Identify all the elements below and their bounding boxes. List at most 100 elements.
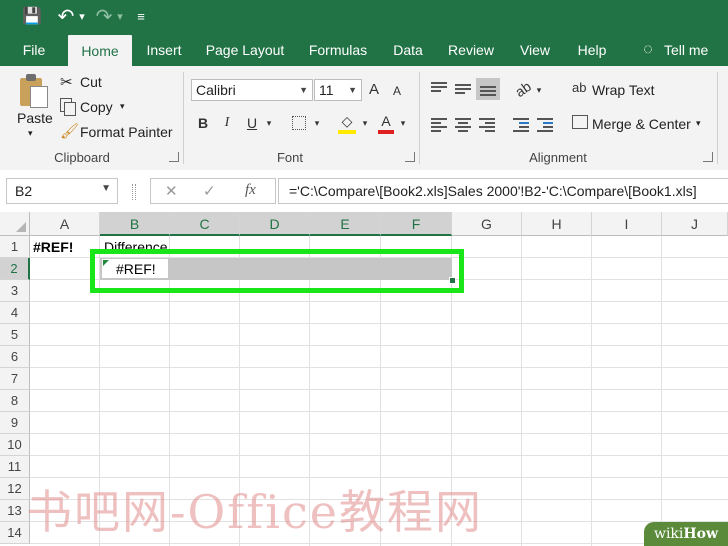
cell-a1[interactable]: #REF!	[33, 239, 73, 255]
top-align-icon[interactable]	[431, 82, 447, 96]
paste-icon[interactable]	[18, 74, 48, 108]
middle-align-icon[interactable]	[455, 84, 471, 98]
font-name-combo[interactable]: Calibri ▼	[191, 79, 313, 101]
cut-button[interactable]: Cut	[80, 74, 102, 90]
tell-me-search[interactable]: Tell me wh	[664, 34, 728, 66]
row-header-1[interactable]: 1	[0, 236, 30, 258]
alignment-group-label: Alignment	[529, 150, 587, 165]
font-size-combo[interactable]: 11 ▼	[314, 79, 362, 101]
undo-dropdown-icon[interactable]: ▾	[76, 4, 88, 30]
row-header-7[interactable]: 7	[0, 368, 30, 390]
formula-text: ='C:\Compare\[Book2.xls]Sales 2000'!B2-'…	[289, 183, 697, 199]
paste-button[interactable]: Paste	[17, 110, 53, 126]
borders-icon[interactable]	[292, 116, 306, 130]
paste-dropdown-icon[interactable]: ▾	[28, 128, 33, 139]
row-header-8[interactable]: 8	[0, 390, 30, 412]
row-header-4[interactable]: 4	[0, 302, 30, 324]
align-right-icon[interactable]	[479, 118, 495, 132]
column-header-f[interactable]: F	[381, 212, 452, 236]
borders-dropdown-icon[interactable]: ▾	[312, 112, 322, 134]
save-icon[interactable]: 💾	[20, 4, 44, 30]
column-header-g[interactable]: G	[452, 212, 522, 236]
tab-view[interactable]: View	[512, 34, 558, 66]
increase-indent-icon[interactable]	[537, 118, 553, 132]
orientation-dropdown-icon[interactable]: ▾	[534, 79, 544, 101]
font-group-label: Font	[276, 150, 303, 165]
column-header-c[interactable]: C	[170, 212, 240, 236]
tab-review[interactable]: Review	[440, 34, 502, 66]
row-header-3[interactable]: 3	[0, 280, 30, 302]
formula-bar-grip[interactable]	[132, 184, 136, 200]
tab-help[interactable]: Help	[570, 34, 614, 66]
column-header-i[interactable]: I	[592, 212, 662, 236]
wikihow-logo: wikiHow	[644, 522, 728, 546]
fill-color-icon[interactable]: ◇	[338, 110, 356, 132]
chevron-down-icon: ▼	[348, 85, 357, 95]
cancel-icon[interactable]: ✕	[165, 182, 178, 200]
tab-file[interactable]: File	[12, 34, 56, 66]
quick-access-toolbar: 💾 ↶ ▾ ↷ ▾ ≡	[0, 0, 728, 34]
ribbon-home: Paste ▾ ✂ Cut Copy ▾ 🖌 Format Painter Cl…	[0, 66, 728, 171]
underline-dropdown-icon[interactable]: ▾	[264, 112, 274, 134]
customize-toolbar-icon[interactable]: ≡	[132, 4, 150, 30]
format-painter-button[interactable]: Format Painter	[80, 124, 173, 140]
fill-color-dropdown-icon[interactable]: ▾	[360, 112, 370, 134]
highlight-box	[90, 249, 464, 293]
column-header-d[interactable]: D	[240, 212, 310, 236]
grow-font-button[interactable]: A	[366, 79, 382, 101]
insert-function-icon[interactable]: fx	[245, 182, 256, 199]
row-header-11[interactable]: 11	[0, 456, 30, 478]
font-color-dropdown-icon[interactable]: ▾	[398, 112, 408, 134]
copy-dropdown-icon[interactable]: ▾	[120, 101, 125, 112]
tab-data[interactable]: Data	[386, 34, 430, 66]
format-painter-icon: 🖌	[60, 123, 80, 140]
redo-dropdown-icon[interactable]: ▾	[114, 4, 126, 30]
decrease-indent-icon[interactable]	[513, 118, 529, 132]
name-box-value: B2	[15, 183, 33, 199]
select-all-button[interactable]	[0, 212, 30, 236]
enter-icon[interactable]: ✓	[203, 182, 216, 200]
chevron-down-icon: ▼	[101, 183, 111, 194]
tab-insert[interactable]: Insert	[138, 34, 190, 66]
undo-icon[interactable]: ↶	[56, 4, 76, 30]
formula-buttons: ✕ ✓ fx	[150, 178, 276, 204]
tab-home[interactable]: Home	[68, 35, 132, 66]
copy-button[interactable]: Copy	[80, 99, 113, 115]
align-center-icon[interactable]	[455, 118, 471, 132]
bold-button[interactable]: B	[195, 112, 211, 134]
row-header-10[interactable]: 10	[0, 434, 30, 456]
merge-dropdown-icon[interactable]: ▾	[696, 118, 701, 129]
tab-page-layout[interactable]: Page Layout	[200, 34, 290, 66]
font-size-value: 11	[319, 82, 334, 98]
font-name-value: Calibri	[196, 82, 236, 98]
bottom-align-button[interactable]	[476, 78, 500, 100]
column-header-j[interactable]: J	[662, 212, 728, 236]
orientation-icon[interactable]: ab	[509, 75, 536, 103]
alignment-launcher-icon[interactable]	[703, 152, 713, 162]
formula-bar: B2 ▼ ✕ ✓ fx ='C:\Compare\[Book2.xls]Sale…	[0, 170, 728, 213]
row-header-5[interactable]: 5	[0, 324, 30, 346]
column-header-b[interactable]: B	[100, 212, 170, 236]
align-left-icon[interactable]	[431, 118, 447, 132]
italic-button[interactable]: I	[219, 112, 235, 134]
column-header-a[interactable]: A	[30, 212, 100, 236]
lightbulb-icon: ◌	[643, 41, 653, 58]
row-header-9[interactable]: 9	[0, 412, 30, 434]
wikihow-how-text: How	[683, 526, 719, 542]
redo-icon[interactable]: ↷	[94, 4, 114, 30]
shrink-font-button[interactable]: A	[390, 80, 404, 102]
formula-input[interactable]: ='C:\Compare\[Book2.xls]Sales 2000'!B2-'…	[278, 178, 728, 204]
font-color-icon[interactable]: A	[378, 110, 394, 132]
wrap-text-button[interactable]: Wrap Text	[592, 82, 655, 98]
merge-center-button[interactable]: Merge & Center	[592, 116, 691, 132]
clipboard-launcher-icon[interactable]	[169, 152, 179, 162]
column-header-h[interactable]: H	[522, 212, 592, 236]
font-launcher-icon[interactable]	[405, 152, 415, 162]
underline-button[interactable]: U	[244, 112, 260, 134]
row-header-6[interactable]: 6	[0, 346, 30, 368]
tab-formulas[interactable]: Formulas	[302, 34, 374, 66]
name-box[interactable]: B2 ▼	[6, 178, 118, 204]
column-header-e[interactable]: E	[310, 212, 381, 236]
clipboard-group-label: Clipboard	[54, 150, 110, 165]
row-header-2[interactable]: 2	[0, 258, 30, 280]
